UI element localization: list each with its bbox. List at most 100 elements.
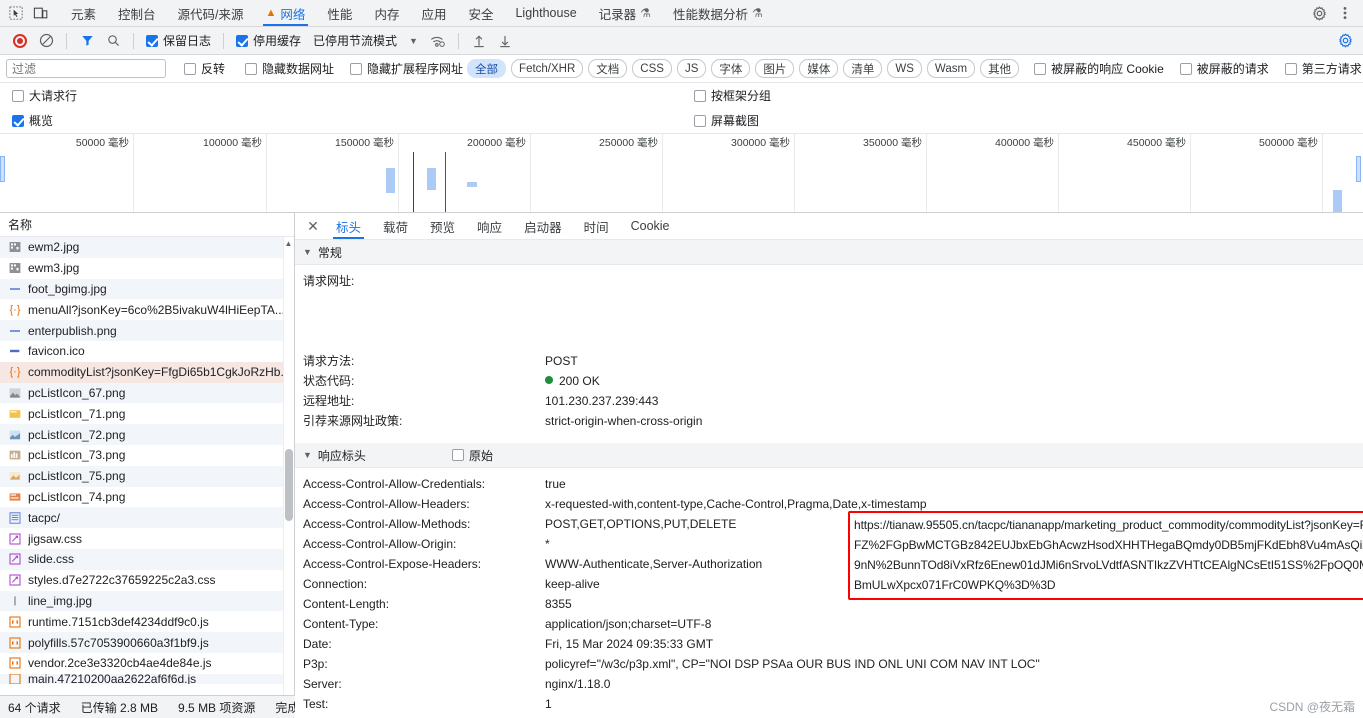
tab-headers[interactable]: 标头 (325, 213, 372, 239)
tab-elements[interactable]: 元素 (60, 0, 107, 26)
list-item[interactable]: ewm2.jpg (0, 237, 294, 258)
raw-checkbox[interactable]: 原始 (451, 447, 493, 464)
overview-left-handle[interactable] (0, 156, 5, 182)
blocked-response-cookies-checkbox[interactable]: 被屏蔽的响应 Cookie (1030, 60, 1168, 77)
third-party-requests-checkbox[interactable]: 第三方请求 (1281, 60, 1363, 77)
list-item[interactable]: tacpc/ (0, 507, 294, 529)
tab-preview[interactable]: 预览 (419, 213, 466, 239)
list-item[interactable]: line_img.jpg (0, 590, 294, 612)
list-item[interactable]: pcListIcon_71.png (0, 403, 294, 424)
list-item[interactable]: vendor.2ce3e3320cb4ae4de84e.js (0, 653, 294, 674)
filter-type-font[interactable]: 字体 (711, 59, 751, 78)
list-item[interactable]: slide.css (0, 548, 294, 570)
checkbox-box (236, 34, 249, 47)
list-item[interactable]: main.47210200aa2622af6f6d.js (0, 673, 294, 684)
list-item-selected[interactable]: {·} commodityList?jsonKey=FfgDi65b1CgkJo… (0, 361, 294, 383)
search-icon[interactable] (101, 29, 125, 53)
kv-value: strict-origin-when-cross-origin (545, 414, 703, 428)
list-item[interactable]: {·} menuAll?jsonKey=6co%2B5ivakuW4lHiEep… (0, 299, 294, 320)
invert-checkbox[interactable]: 反转 (180, 60, 229, 77)
filter-type-img[interactable]: 图片 (755, 59, 795, 78)
tab-performance-insights[interactable]: 性能数据分析 ⚗ (662, 0, 774, 26)
blocked-requests-checkbox[interactable]: 被屏蔽的请求 (1176, 60, 1273, 77)
list-item[interactable]: runtime.7151cb3def4234ddf9c0.js (0, 611, 294, 632)
filter-type-media[interactable]: 媒体 (799, 59, 839, 78)
overview-request-band (1333, 190, 1342, 212)
group-by-frame-checkbox[interactable]: 按框架分组 (690, 87, 775, 104)
list-item[interactable]: polyfills.57c7053900660a3f1bf9.js (0, 632, 294, 653)
filter-input[interactable] (6, 59, 166, 78)
filter-icon[interactable] (75, 29, 99, 53)
import-har-icon[interactable] (467, 29, 491, 53)
hide-extension-urls-checkbox[interactable]: 隐藏扩展程序网址 (346, 60, 467, 77)
response-headers-header[interactable]: ▼ 响应标头 原始 (295, 443, 1363, 468)
tab-memory[interactable]: 内存 (363, 0, 410, 26)
chevron-down-icon[interactable]: ▼ (409, 36, 418, 46)
tab-initiator[interactable]: 启动器 (513, 213, 573, 239)
filter-type-css[interactable]: CSS (632, 59, 672, 78)
list-item[interactable]: foot_bgimg.jpg (0, 278, 294, 300)
list-item[interactable]: pcListIcon_73.png (0, 445, 294, 466)
device-toolbar-icon[interactable] (28, 2, 52, 24)
inspect-element-icon[interactable] (4, 2, 28, 24)
list-item[interactable]: pcListIcon_72.png (0, 424, 294, 445)
network-conditions-icon[interactable] (426, 29, 450, 53)
filter-type-js[interactable]: JS (676, 59, 707, 78)
list-item[interactable]: jigsaw.css (0, 528, 294, 549)
tab-security[interactable]: 安全 (457, 0, 504, 26)
screenshots-checkbox[interactable]: 屏幕截图 (690, 112, 763, 129)
filter-type-fetch-xhr[interactable]: Fetch/XHR (511, 59, 584, 78)
filter-type-all[interactable]: 全部 (467, 59, 507, 78)
request-list-body[interactable]: ewm2.jpg ewm3.jpg foot_bgimg.jpg {·} men… (0, 237, 294, 718)
close-icon[interactable]: ✕ (301, 214, 325, 238)
request-list-scrollbar[interactable]: ▲ ▼ (283, 237, 294, 718)
filter-type-other[interactable]: 其他 (980, 59, 1020, 78)
request-list-header[interactable]: 名称 (0, 213, 294, 237)
network-toolbar: 保留日志 停用缓存 已停用节流模式 ▼ (0, 27, 1363, 55)
tab-timing[interactable]: 时间 (573, 213, 620, 239)
tab-cookies[interactable]: Cookie (620, 213, 681, 239)
overview-right-handle[interactable] (1356, 156, 1361, 182)
network-overview-timeline[interactable]: 50000 毫秒 100000 毫秒 150000 毫秒 200000 毫秒 2… (0, 134, 1363, 213)
kv-row-status-code: 状态代码: 200 OK (295, 371, 1363, 391)
list-item[interactable]: pcListIcon_75.png (0, 465, 294, 487)
list-item[interactable]: pcListIcon_67.png (0, 382, 294, 404)
hide-data-urls-checkbox[interactable]: 隐藏数据网址 (241, 60, 338, 77)
scrollbar-thumb[interactable] (285, 449, 293, 521)
tab-recorder[interactable]: 记录器 ⚗ (588, 0, 662, 26)
gear-icon[interactable] (1307, 2, 1331, 24)
header-value: application/json;charset=UTF-8 (545, 617, 712, 631)
filter-type-wasm[interactable]: Wasm (926, 59, 976, 78)
big-request-rows-checkbox[interactable]: 大请求行 (8, 87, 81, 104)
scroll-up-arrow-icon[interactable]: ▲ (284, 239, 293, 248)
export-har-icon[interactable] (493, 29, 517, 53)
tick-label: 50000 毫秒 (75, 137, 129, 149)
list-item[interactable]: styles.d7e2722c37659225c2a3.css (0, 570, 294, 591)
disable-cache-checkbox[interactable]: 停用缓存 (232, 32, 305, 49)
tab-response[interactable]: 响应 (466, 213, 513, 239)
tab-application[interactable]: 应用 (410, 0, 457, 26)
list-item[interactable]: pcListIcon_74.png (0, 487, 294, 508)
clear-button[interactable] (34, 29, 58, 53)
tab-network[interactable]: ▲ 网络 (255, 0, 317, 26)
throttle-select-label[interactable]: 已停用节流模式 (313, 32, 397, 49)
tab-payload[interactable]: 载荷 (372, 213, 419, 239)
dom-content-loaded-divider (413, 152, 414, 212)
filter-type-manifest[interactable]: 清单 (843, 59, 883, 78)
list-item[interactable]: favicon.ico (0, 341, 294, 362)
list-item[interactable]: ewm3.jpg (0, 258, 294, 279)
filter-type-doc[interactable]: 文档 (588, 59, 628, 78)
overview-checkbox[interactable]: 概览 (8, 112, 57, 129)
more-options-icon[interactable] (1333, 2, 1357, 24)
tab-console[interactable]: 控制台 (107, 0, 167, 26)
general-section-header[interactable]: ▼ 常规 (295, 240, 1363, 265)
network-settings-gear-icon[interactable] (1333, 29, 1357, 53)
tab-performance[interactable]: 性能 (316, 0, 363, 26)
tab-sources[interactable]: 源代码/来源 (167, 0, 255, 26)
list-item[interactable]: enterpublish.png (0, 320, 294, 341)
tab-lighthouse[interactable]: Lighthouse (504, 0, 587, 26)
preserve-log-checkbox[interactable]: 保留日志 (142, 32, 215, 49)
kv-key: 请求方法: (303, 354, 355, 368)
record-button[interactable] (8, 29, 32, 53)
filter-type-ws[interactable]: WS (887, 59, 922, 78)
